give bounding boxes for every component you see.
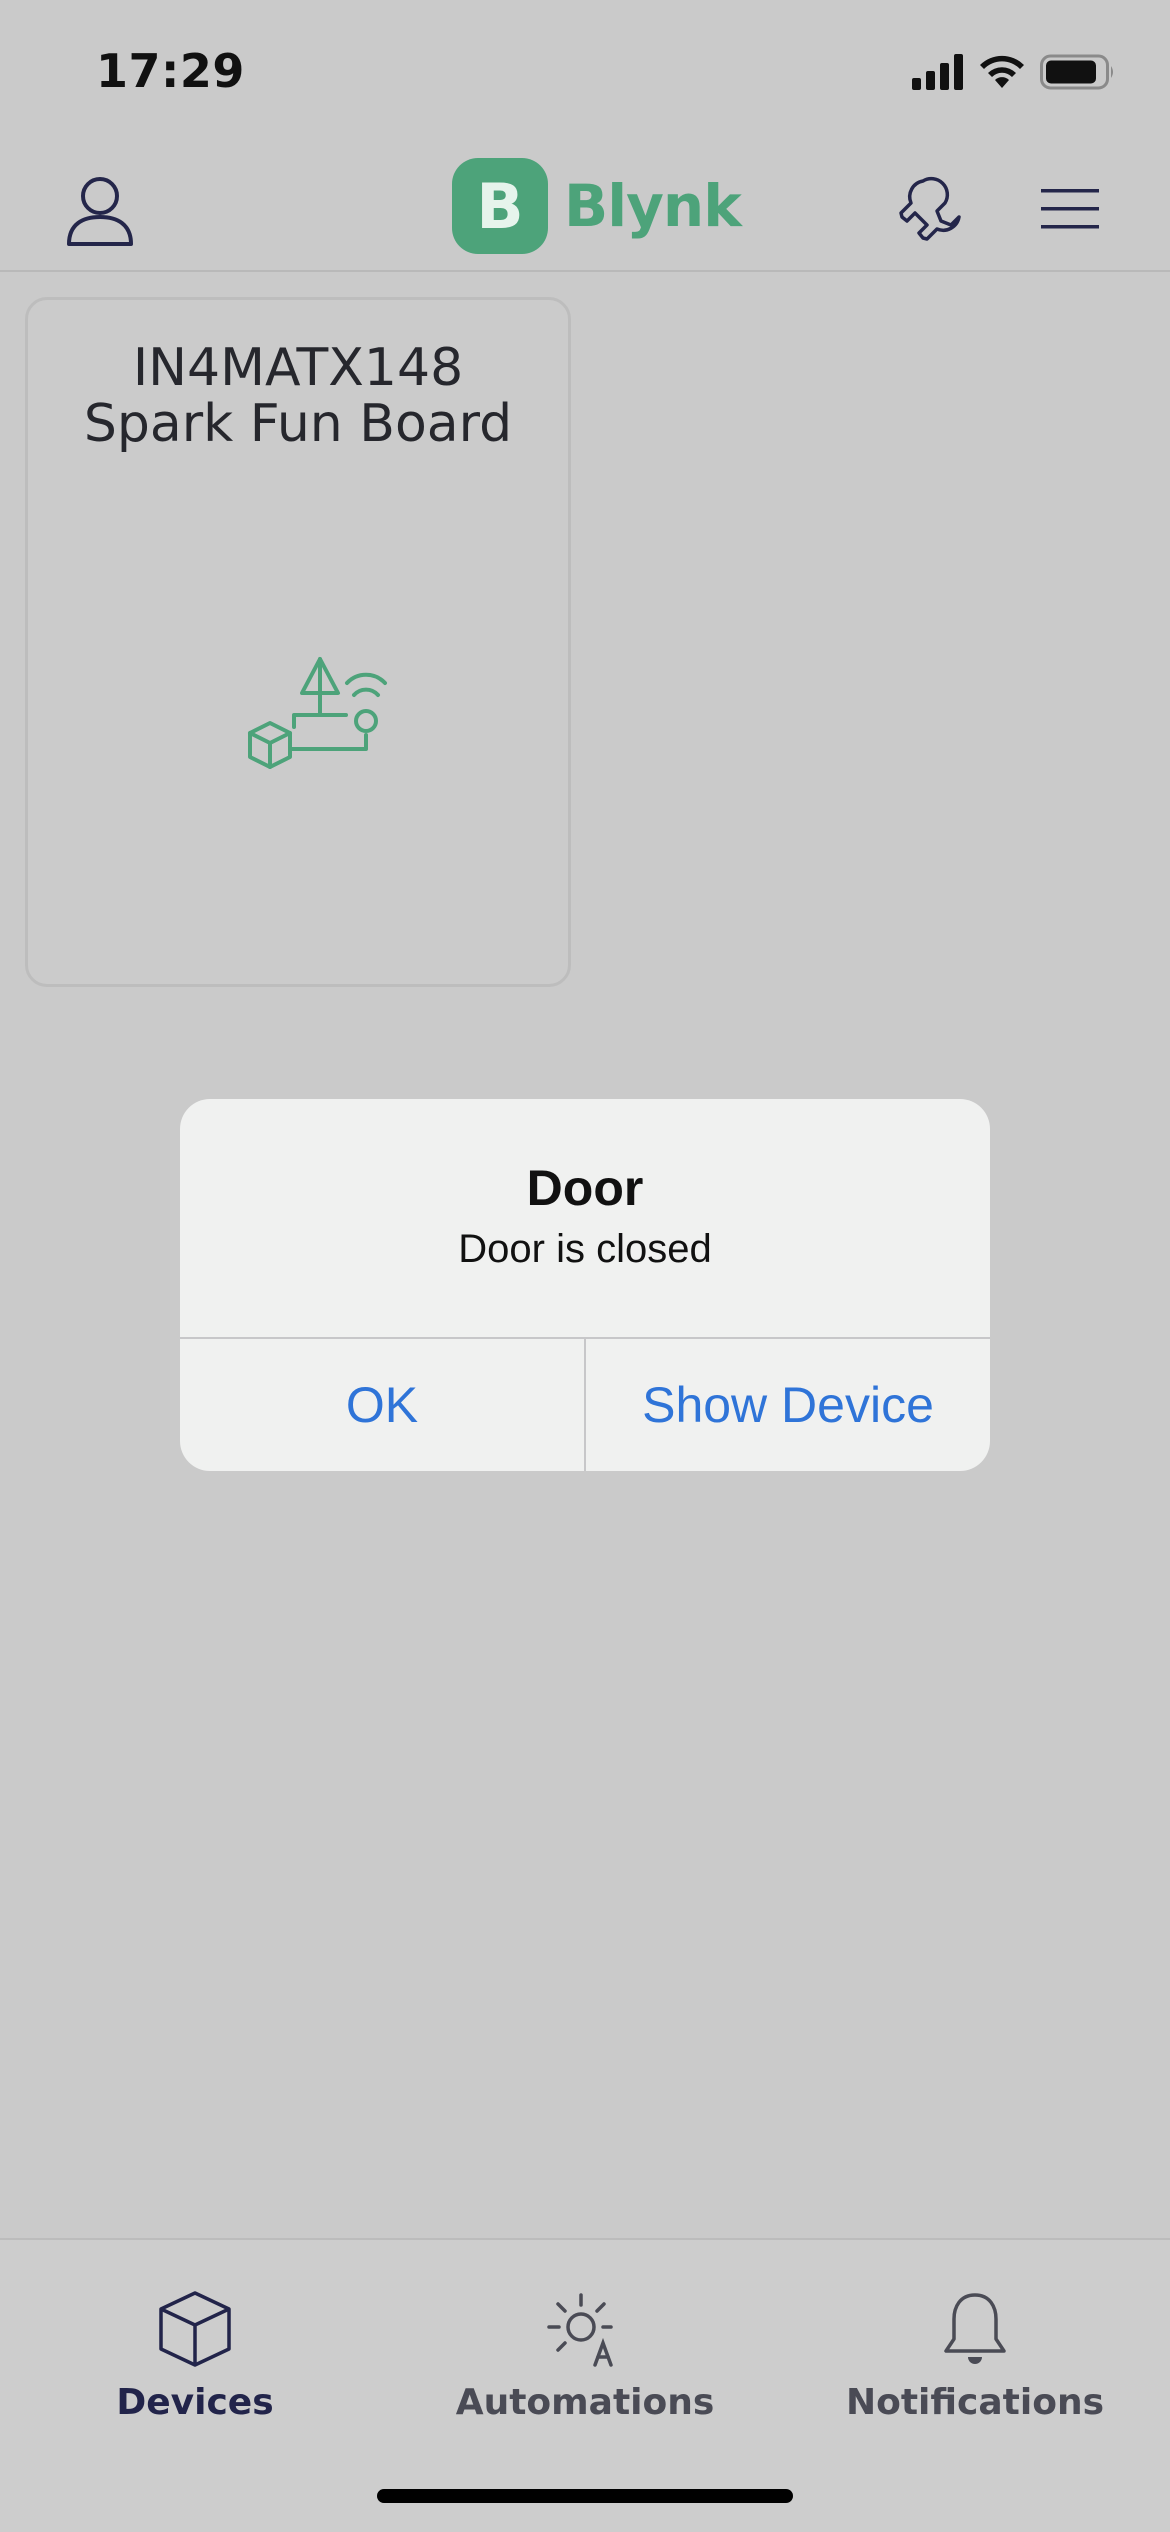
- status-icons: [912, 52, 1116, 96]
- profile-button[interactable]: [58, 170, 142, 254]
- tab-bar: Devices Automations Notifications: [0, 2238, 1170, 2532]
- bell-icon: [940, 2286, 1010, 2372]
- alert-title: Door: [526, 1160, 644, 1216]
- header-divider: [0, 270, 1170, 272]
- tab-devices[interactable]: Devices: [0, 2240, 390, 2470]
- tab-automations[interactable]: Automations: [390, 2240, 780, 2470]
- door-alert-dialog: Door Door is closed OK Show Device: [180, 1099, 990, 1471]
- developer-tools-button[interactable]: [892, 170, 972, 250]
- battery-icon: [1040, 54, 1116, 95]
- device-title: IN4MATX148 Spark Fun Board: [83, 338, 513, 454]
- cellular-signal-icon: [912, 53, 964, 95]
- device-template-icon: [238, 655, 388, 790]
- tab-notifications-label: Notifications: [845, 2382, 1105, 2423]
- wifi-icon: [978, 54, 1026, 95]
- app-logo: B Blynk: [452, 158, 742, 254]
- profile-icon: [65, 174, 135, 251]
- logo-text: Blynk: [564, 172, 742, 240]
- device-card[interactable]: IN4MATX148 Spark Fun Board: [25, 297, 571, 987]
- tab-notifications[interactable]: Notifications: [780, 2240, 1170, 2470]
- wrench-icon: [897, 173, 967, 248]
- home-indicator[interactable]: [377, 2489, 793, 2503]
- menu-button[interactable]: [1030, 176, 1110, 246]
- automation-sun-icon: [545, 2286, 625, 2372]
- ok-button[interactable]: OK: [180, 1339, 584, 1471]
- tab-automations-label: Automations: [455, 2382, 715, 2423]
- status-time: 17:29: [96, 44, 245, 98]
- alert-message: Door is closed: [458, 1227, 712, 1271]
- tab-devices-label: Devices: [116, 2382, 274, 2423]
- cube-icon: [157, 2286, 233, 2372]
- show-device-button[interactable]: Show Device: [586, 1339, 990, 1471]
- logo-mark: B: [452, 158, 548, 254]
- menu-icon: [1041, 187, 1099, 236]
